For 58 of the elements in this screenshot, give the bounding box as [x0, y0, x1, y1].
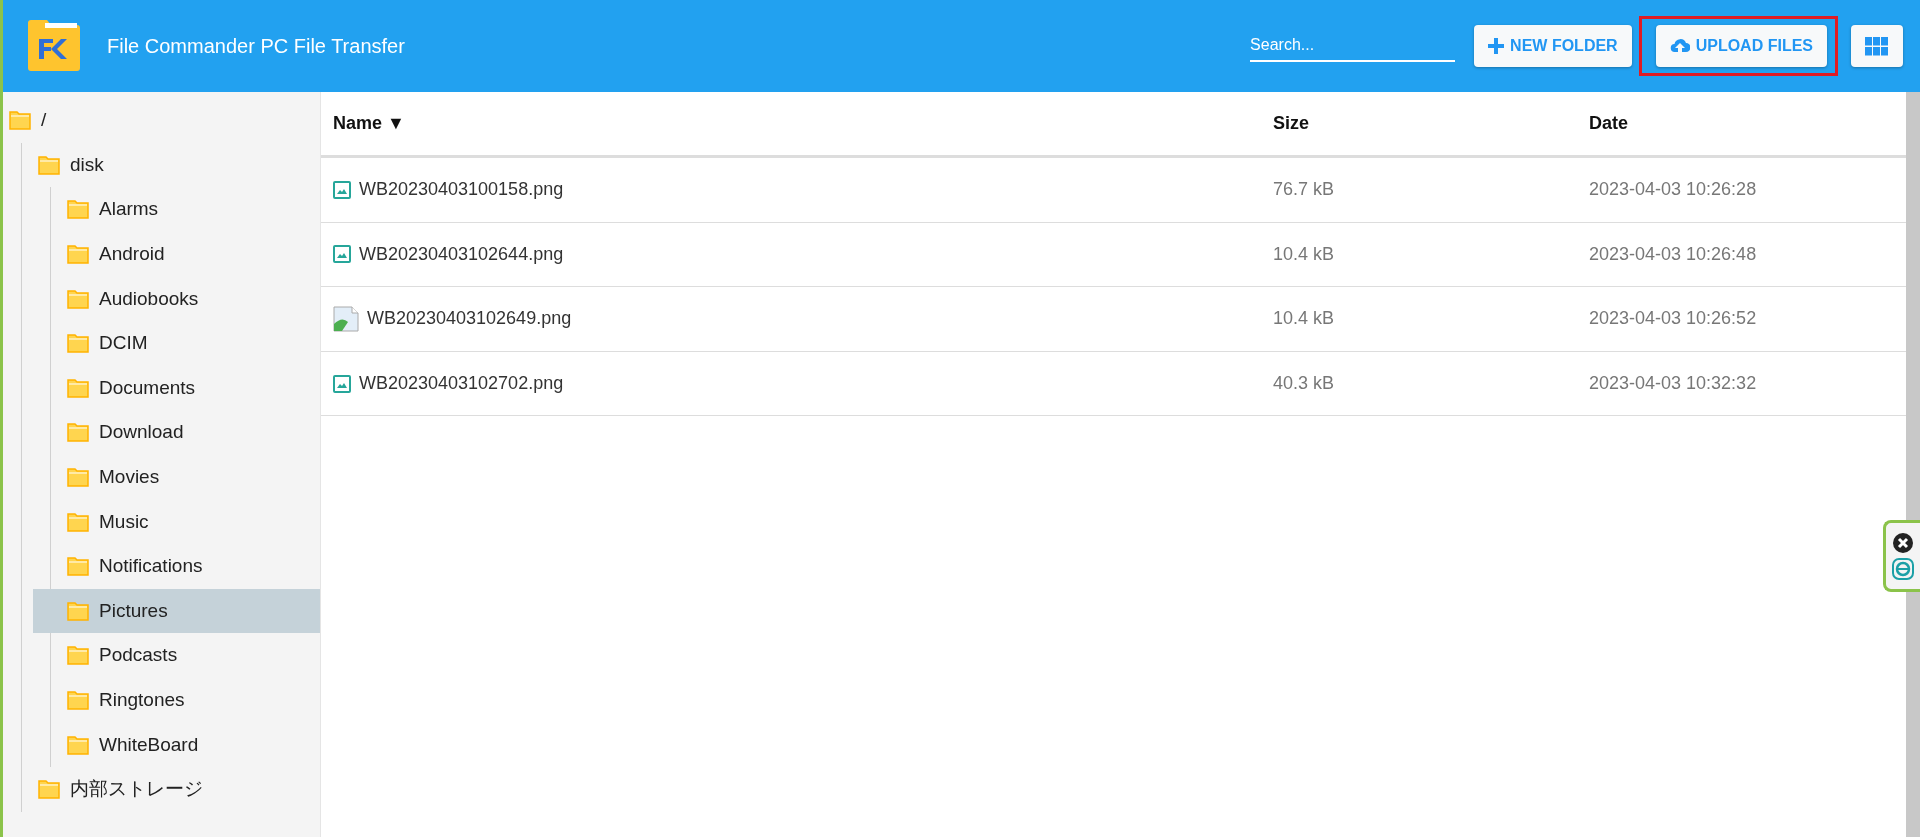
cloud-upload-icon — [1669, 38, 1690, 54]
folder-icon — [67, 288, 89, 309]
tree-item[interactable]: WhiteBoard — [33, 722, 320, 767]
app-title: File Commander PC File Transfer — [107, 34, 406, 58]
file-date: 2023-04-03 10:26:28 — [1589, 179, 1758, 201]
close-icon[interactable] — [1892, 532, 1914, 554]
broken-image-icon — [333, 306, 359, 332]
file-date: 2023-04-03 10:26:48 — [1589, 243, 1758, 265]
image-file-icon — [333, 374, 351, 393]
folder-icon — [67, 556, 89, 577]
tree-item[interactable]: Pictures — [33, 588, 320, 634]
tree-item[interactable]: Movies — [33, 454, 320, 500]
file-date: 2023-04-03 10:26:52 — [1589, 308, 1758, 330]
tree-item[interactable]: Android — [33, 231, 320, 277]
tree-item[interactable]: 内部ストレージ — [32, 766, 320, 812]
tree-item[interactable]: disk — [32, 142, 320, 188]
folder-icon — [67, 377, 89, 398]
image-file-icon — [333, 245, 351, 264]
folder-icon — [67, 511, 89, 532]
image-file-icon — [333, 180, 351, 199]
file-size: 40.3 kB — [1273, 373, 1336, 395]
folder-icon — [67, 734, 89, 755]
tree-item[interactable]: Notifications — [33, 543, 320, 589]
file-size: 10.4 kB — [1273, 243, 1336, 265]
plus-icon — [1488, 38, 1505, 54]
file-name[interactable]: WB20230403102644.png — [359, 243, 564, 265]
file-size: 76.7 kB — [1273, 179, 1336, 201]
tree-item[interactable]: / — [3, 98, 320, 143]
tree-item[interactable]: Download — [33, 410, 320, 455]
column-header[interactable]: Name ▼ — [333, 113, 1273, 134]
tree-item[interactable]: Podcasts — [33, 633, 320, 678]
folder-icon — [67, 199, 89, 220]
folder-icon — [67, 645, 89, 666]
tree-item[interactable]: Audiobooks — [33, 276, 320, 321]
grid-button[interactable] — [1851, 25, 1903, 67]
folder-icon — [67, 690, 89, 710]
file-name[interactable]: WB20230403102702.png — [359, 373, 564, 395]
column-header[interactable]: Size — [1273, 113, 1589, 134]
tree-item[interactable]: Documents — [33, 365, 320, 411]
file-name[interactable]: WB20230403100158.png — [359, 179, 564, 201]
folder-icon — [38, 154, 60, 175]
folder-icon — [9, 110, 31, 131]
file-size: 10.4 kB — [1273, 308, 1336, 330]
grid-icon — [1865, 36, 1889, 56]
folder-icon — [67, 244, 89, 265]
folder-icon — [38, 779, 60, 800]
file-name[interactable]: WB20230403102649.png — [367, 308, 572, 330]
file-date: 2023-04-03 10:32:32 — [1589, 373, 1758, 395]
folder-icon — [67, 467, 89, 488]
search-field[interactable]: Search... — [1250, 30, 1456, 62]
tree-item[interactable]: Alarms — [33, 187, 320, 232]
column-header[interactable]: Date — [1589, 113, 1906, 134]
folder-icon — [67, 600, 89, 621]
tree-item[interactable]: Music — [33, 499, 320, 544]
folder-icon — [67, 333, 89, 354]
tree-item[interactable]: Ringtones — [33, 677, 320, 723]
folder-icon — [67, 422, 89, 443]
tree-item[interactable]: DCIM — [33, 320, 320, 366]
